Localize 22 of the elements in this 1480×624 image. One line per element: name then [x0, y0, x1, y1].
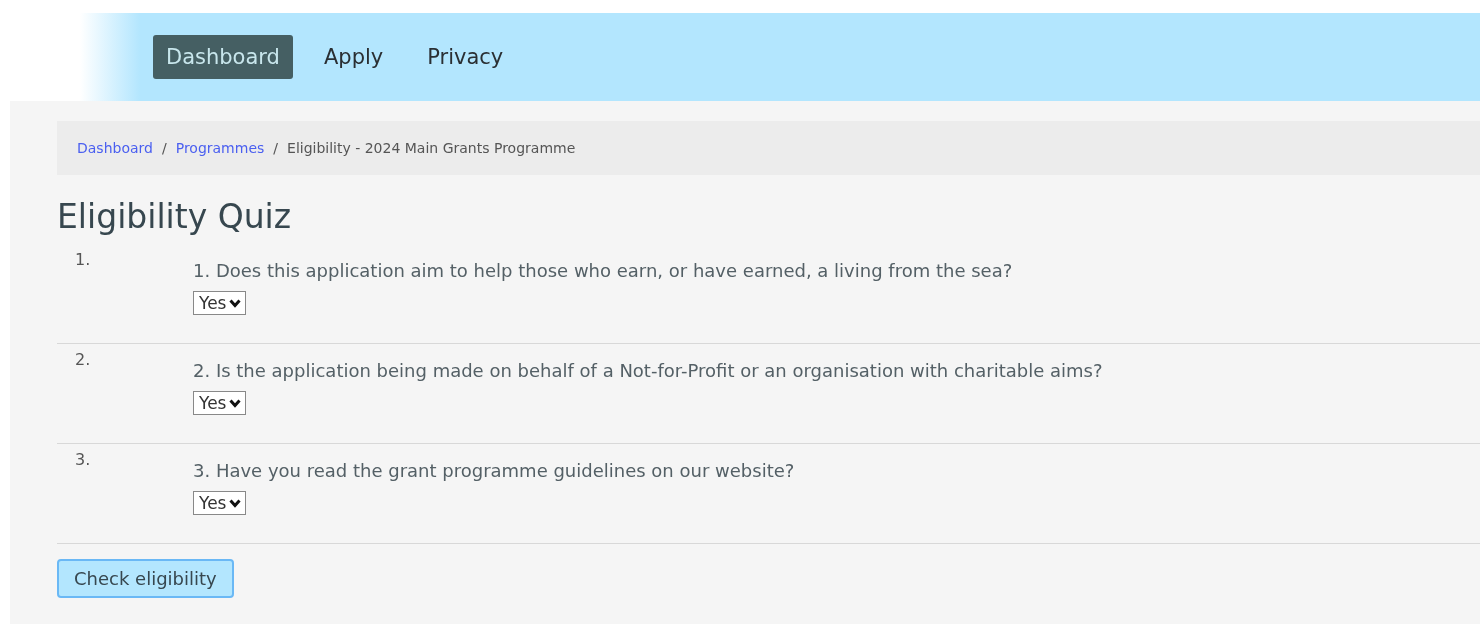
- page-title: Eligibility Quiz: [57, 197, 293, 236]
- breadcrumb-link[interactable]: Programmes: [175, 140, 265, 156]
- question-number: 2.: [74, 350, 92, 371]
- question-number: 3.: [74, 450, 92, 471]
- chevron-icon: [229, 498, 242, 508]
- nav-link[interactable]: Privacy: [414, 35, 517, 79]
- answer-dropdown[interactable]: Yes: [193, 491, 247, 515]
- breadcrumb-current: Eligibility - 2024 Main Grants Programme: [287, 140, 576, 156]
- breadcrumb-separator: /: [161, 140, 167, 156]
- question-text: 2. Is the application being made on behalf of a Not-for-Profit or an organisation with charitable aims?: [193, 360, 1103, 381]
- answer-dropdown[interactable]: Yes: [193, 391, 247, 415]
- nav-link[interactable]: Apply: [310, 35, 397, 79]
- question-text: 3. Have you read the grant programme guidelines on our website?: [193, 460, 795, 481]
- chevron-icon: [229, 298, 242, 308]
- breadcrumb-separator: /: [273, 140, 279, 156]
- answer-dropdown[interactable]: Yes: [193, 291, 247, 315]
- check-eligibility-button[interactable]: Check eligibility: [57, 559, 234, 598]
- question-text: 1. Does this application aim to help those who earn, or have earned, a living from the sea?: [193, 260, 1013, 281]
- breadcrumb-link[interactable]: Dashboard: [77, 140, 153, 156]
- chevron-icon: [229, 398, 242, 408]
- nav-link[interactable]: Dashboard: [153, 35, 293, 79]
- question-number: 1.: [74, 250, 92, 271]
